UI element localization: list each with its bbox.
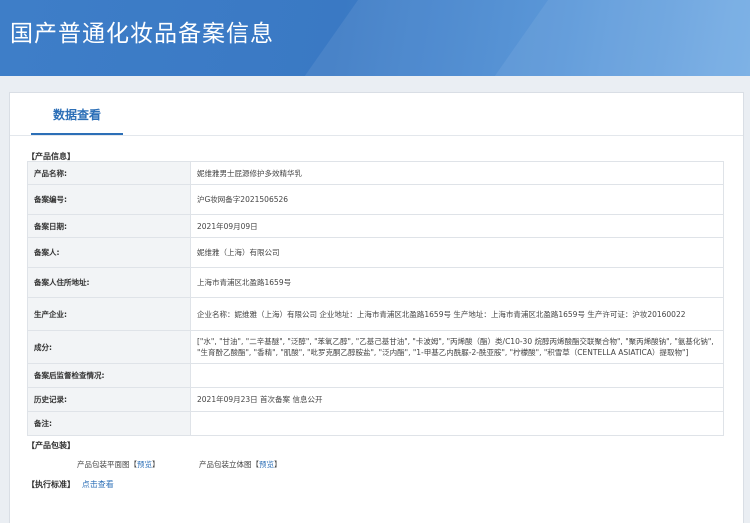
table-row: 历史记录: 2021年09月23日 首次备案 信息公开 [27,387,724,412]
table-row: 备案后监督检查情况: [27,363,724,388]
packaging-flat-label: 产品包装平面图 [77,460,130,469]
bracket-open: 【 [129,460,138,469]
tab-bar: 数据查看 [10,93,743,136]
row-label-history: 历史记录: [27,387,191,412]
tab-data-view[interactable]: 数据查看 [31,93,123,135]
content-card: 数据查看 【产品信息】 产品名称: 妮维雅男士屁源修护多效精华乳 备案编号: 沪… [9,92,744,523]
row-value-filing-number: 沪G妆网备字2021506526 [190,184,724,215]
bracket-close: 】 [274,460,282,469]
row-value-inspection [190,363,724,388]
page-title: 国产普通化妆品备案信息 [10,21,274,47]
header-banner: 国产普通化妆品备案信息 [0,0,750,76]
standard-label: 【执行标准】 [27,480,75,489]
row-label-inspection: 备案后监督检查情况: [27,363,191,388]
table-row: 生产企业: 企业名称：妮维雅（上海）有限公司 企业地址：上海市青浦区北盈路165… [27,297,724,331]
bracket-open: 【 [251,460,260,469]
packaging-solid-item: 产品包装立体图【预览】 [199,459,282,470]
packaging-flat-item: 产品包装平面图【预览】 [77,459,160,470]
row-value-product-name: 妮维雅男士屁源修护多效精华乳 [190,161,724,185]
row-value-filer: 妮维雅（上海）有限公司 [190,237,724,268]
table-row: 备案人住所地址: 上海市青浦区北盈路1659号 [27,267,724,298]
row-value-filing-date: 2021年09月09日 [190,214,724,238]
row-label-filing-number: 备案编号: [27,184,191,215]
row-label-manufacturer: 生产企业: [27,297,191,331]
section-title-packaging: 【产品包装】 [27,441,75,450]
row-label-remarks: 备注: [27,411,191,436]
row-value-remarks [190,411,724,436]
bracket-close: 】 [152,460,160,469]
packaging-solid-label: 产品包装立体图 [199,460,252,469]
row-value-history: 2021年09月23日 首次备案 信息公开 [190,387,724,412]
view-standard-link[interactable]: 点击查看 [82,480,114,489]
row-value-ingredients: ["水", "甘油", "二辛基醚", "泛醇", "苯氧乙醇", "乙基己基甘… [190,330,724,364]
table-row: 备注: [27,411,724,436]
table-row: 成分: ["水", "甘油", "二辛基醚", "泛醇", "苯氧乙醇", "乙… [27,330,724,364]
row-label-product-name: 产品名称: [27,161,191,185]
table-row: 备案编号: 沪G妆网备字2021506526 [27,184,724,215]
row-label-filer: 备案人: [27,237,191,268]
row-value-filer-address: 上海市青浦区北盈路1659号 [190,267,724,298]
row-label-ingredients: 成分: [27,330,191,364]
row-value-manufacturer: 企业名称：妮维雅（上海）有限公司 企业地址：上海市青浦区北盈路1659号 生产地… [190,297,724,331]
preview-flat-link[interactable]: 预览 [137,460,152,469]
section-title-standard: 【执行标准】 点击查看 [27,479,114,490]
table-row: 产品名称: 妮维雅男士屁源修护多效精华乳 [27,161,724,185]
preview-solid-link[interactable]: 预览 [259,460,274,469]
row-label-filer-address: 备案人住所地址: [27,267,191,298]
product-info-table: 产品名称: 妮维雅男士屁源修护多效精华乳 备案编号: 沪G妆网备字2021506… [27,161,724,436]
table-row: 备案日期: 2021年09月09日 [27,214,724,238]
row-label-filing-date: 备案日期: [27,214,191,238]
table-row: 备案人: 妮维雅（上海）有限公司 [27,237,724,268]
